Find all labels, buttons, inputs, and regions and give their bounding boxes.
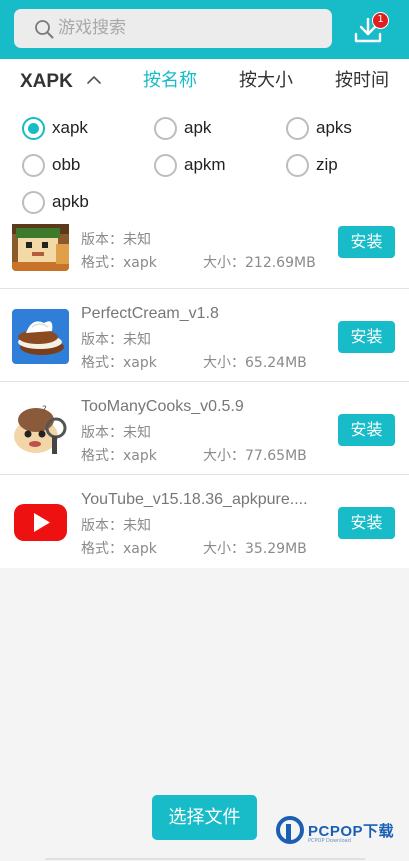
version-text: 版本：未知 <box>81 232 151 248</box>
filter-label: zip <box>316 155 338 174</box>
file-list: 版本：未知 格式：xapk 大小：212.69MB 安装 PerfectCrea… <box>0 220 409 568</box>
install-button[interactable]: 安装 <box>338 321 395 353</box>
version-text: 版本：未知 <box>81 518 151 534</box>
size-text: 大小：65.24MB <box>203 355 307 371</box>
format-text: 格式：xapk <box>81 255 157 271</box>
format-filters: xapk apk apks obb apkm zip apkb <box>0 104 409 220</box>
download-button[interactable]: 1 <box>352 12 392 46</box>
svg-text:?: ? <box>42 405 47 415</box>
tab-sort-size[interactable]: 按大小 <box>239 69 293 93</box>
tab-sort-time[interactable]: 按时间 <box>335 69 389 93</box>
format-text: 格式：xapk <box>81 541 157 557</box>
filter-label: apks <box>316 118 352 137</box>
watermark: PCPOP下载 PCPOP Download <box>276 816 401 846</box>
version-text: 版本：未知 <box>81 425 151 441</box>
filter-label: apkm <box>184 155 226 174</box>
radio-icon <box>22 191 45 214</box>
radio-icon <box>22 154 45 177</box>
format-text: 格式：xapk <box>81 355 157 371</box>
size-text: 大小：77.65MB <box>203 448 307 464</box>
radio-icon <box>154 154 177 177</box>
install-button[interactable]: 安装 <box>338 507 395 539</box>
radio-icon <box>286 154 309 177</box>
file-name: PerfectCream_v1.8 <box>81 305 219 322</box>
filter-label: xapk <box>52 118 88 137</box>
list-item[interactable]: YouTube_v15.18.36_apkpure.... 版本：未知 格式：x… <box>0 475 409 568</box>
install-button[interactable]: 安装 <box>338 226 395 258</box>
radio-icon <box>286 117 309 140</box>
tab-sort-name[interactable]: 按名称 <box>143 69 197 93</box>
top-bar: 游戏搜索 1 <box>0 0 409 59</box>
format-text: 格式：xapk <box>81 448 157 464</box>
cook-character-icon: ? <box>12 402 69 457</box>
youtube-icon <box>12 495 69 550</box>
sort-bar: XAPK 按名称 按大小 按时间 <box>0 59 409 104</box>
list-item[interactable]: PerfectCream_v1.8 版本：未知 格式：xapk 大小：65.24… <box>0 289 409 382</box>
search-placeholder: 游戏搜索 <box>58 18 126 38</box>
filter-label: apk <box>184 118 212 137</box>
size-text: 大小：212.69MB <box>203 255 316 271</box>
filter-label: obb <box>52 155 81 174</box>
version-text: 版本：未知 <box>81 332 151 348</box>
list-item[interactable]: 版本：未知 格式：xapk 大小：212.69MB 安装 <box>0 220 409 289</box>
search-icon <box>35 20 54 39</box>
size-text: 大小：35.29MB <box>203 541 307 557</box>
type-selector[interactable]: XAPK <box>20 70 73 94</box>
filter-label: apkb <box>52 192 89 211</box>
pcpop-logo-icon <box>276 816 304 844</box>
search-input[interactable]: 游戏搜索 <box>14 9 332 48</box>
choose-file-button[interactable]: 选择文件 <box>152 795 257 840</box>
radio-icon <box>154 117 177 140</box>
download-badge: 1 <box>372 12 389 29</box>
list-item[interactable]: ? TooManyCooks_v0.5.9 版本：未知 格式：xapk 大小：7… <box>0 382 409 475</box>
home-indicator <box>45 858 365 860</box>
chevron-up-icon[interactable] <box>86 75 102 85</box>
watermark-subtext: PCPOP Download <box>308 838 351 844</box>
install-button[interactable]: 安装 <box>338 414 395 446</box>
pixel-hero-game-icon <box>12 224 69 271</box>
file-name: YouTube_v15.18.36_apkpure.... <box>81 491 308 508</box>
cream-eclair-icon <box>12 309 69 364</box>
file-name: TooManyCooks_v0.5.9 <box>81 398 244 415</box>
radio-selected-icon <box>22 117 45 140</box>
